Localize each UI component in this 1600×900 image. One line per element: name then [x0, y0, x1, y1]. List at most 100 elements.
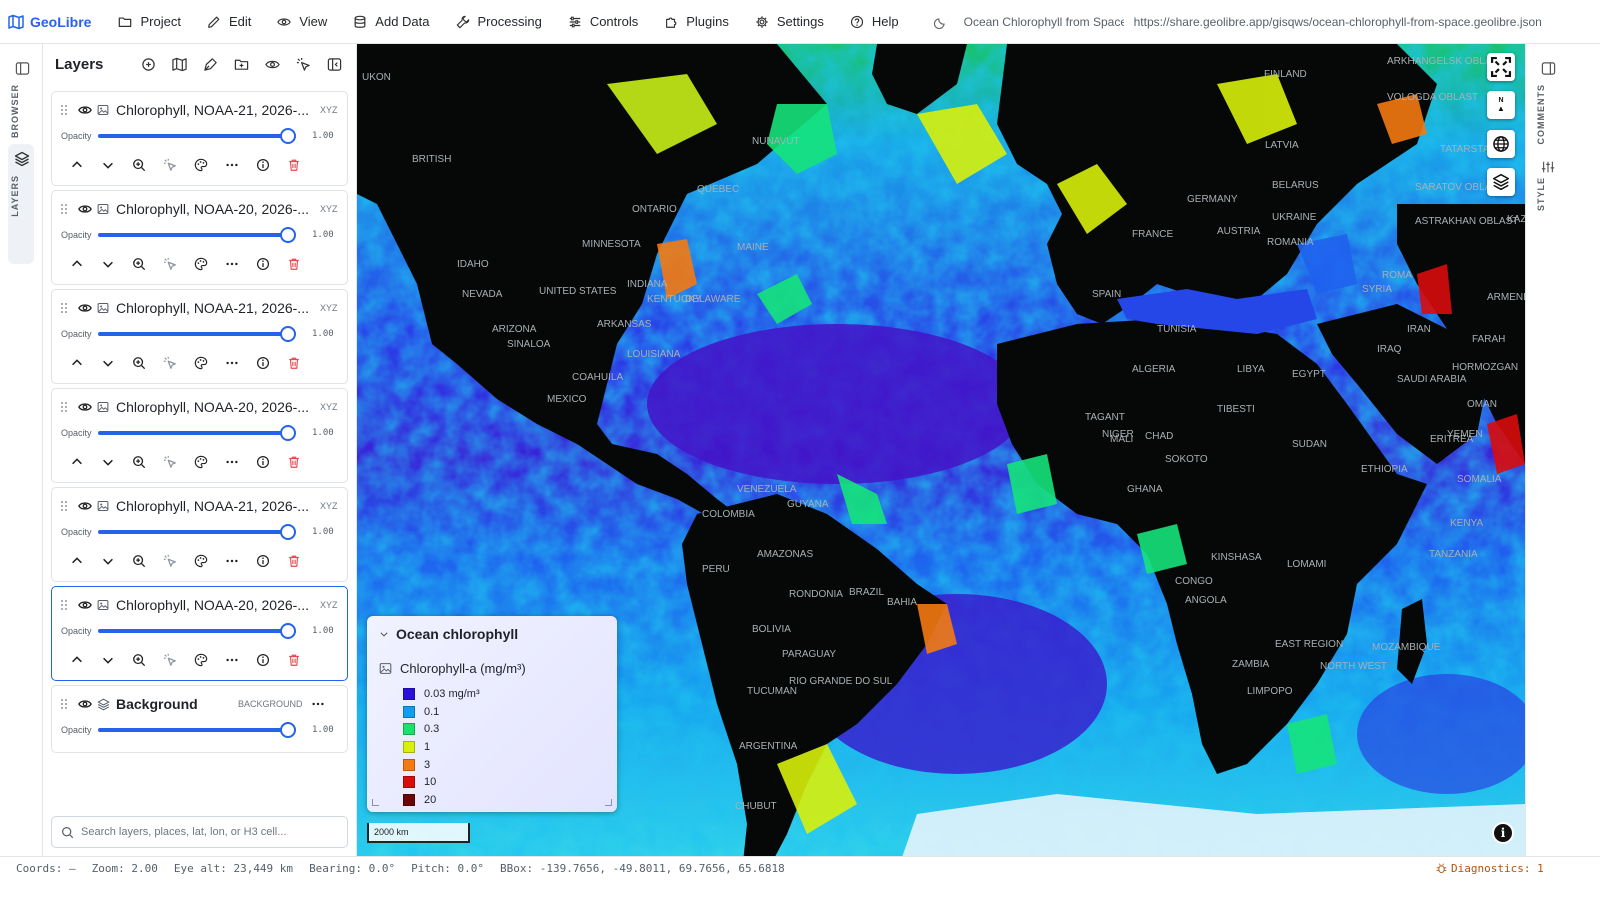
rail-tab-style[interactable]: STYLE	[1536, 177, 1546, 211]
add-service-button[interactable]	[133, 44, 164, 84]
drag-handle-icon[interactable]	[52, 302, 76, 314]
slider-thumb[interactable]	[280, 128, 296, 144]
layer-name[interactable]: Chlorophyll, NOAA-21, 2026-...	[116, 102, 318, 118]
zoom-to-layer-button[interactable]	[123, 354, 154, 372]
visibility-toggle-icon[interactable]	[76, 202, 94, 216]
fullscreen-button[interactable]	[1487, 53, 1515, 81]
add-basemap-button[interactable]	[164, 44, 195, 84]
layer-card[interactable]: Chlorophyll, NOAA-21, 2026-... XYZ Opaci…	[51, 91, 348, 186]
layer-name[interactable]: Chlorophyll, NOAA-20, 2026-...	[116, 399, 318, 415]
more-options-button[interactable]	[216, 354, 247, 372]
layer-info-button[interactable]	[247, 453, 278, 471]
menu-help[interactable]: Help	[837, 0, 912, 44]
toggle-sidebar-button[interactable]	[10, 56, 34, 80]
toggle-visibility-all-button[interactable]	[257, 44, 288, 84]
drag-handle-icon[interactable]	[52, 500, 76, 512]
chevron-down-icon[interactable]	[379, 629, 389, 639]
delete-layer-button[interactable]	[278, 453, 309, 471]
opacity-slider[interactable]	[98, 128, 296, 144]
layer-search-box[interactable]	[51, 816, 348, 848]
layer-name[interactable]: Chlorophyll, NOAA-21, 2026-...	[116, 498, 318, 514]
opacity-slider[interactable]	[98, 425, 296, 441]
globe-projection-button[interactable]	[1487, 130, 1515, 158]
menu-view[interactable]: View	[264, 0, 340, 44]
menu-project[interactable]: Project	[105, 0, 193, 44]
style-layer-button[interactable]	[185, 255, 216, 273]
more-options-button[interactable]	[216, 255, 247, 273]
theme-toggle-button[interactable]	[933, 15, 948, 29]
layer-name[interactable]: Chlorophyll, NOAA-20, 2026-...	[116, 201, 318, 217]
more-options-button[interactable]	[216, 156, 247, 174]
move-up-button[interactable]	[61, 552, 92, 570]
layer-card[interactable]: Chlorophyll, NOAA-21, 2026-... XYZ Opaci…	[51, 289, 348, 384]
drag-handle-icon[interactable]	[52, 104, 76, 116]
layer-name[interactable]: Chlorophyll, NOAA-21, 2026-...	[116, 300, 318, 316]
slider-thumb[interactable]	[280, 326, 296, 342]
move-down-button[interactable]	[92, 651, 123, 669]
zoom-to-layer-button[interactable]	[123, 453, 154, 471]
opacity-slider[interactable]	[98, 227, 296, 243]
zoom-to-layer-button[interactable]	[123, 651, 154, 669]
toggle-right-panel-button[interactable]	[1536, 56, 1560, 80]
layer-card[interactable]: Chlorophyll, NOAA-20, 2026-... XYZ Opaci…	[51, 586, 348, 681]
compass-button[interactable]: N ▲	[1487, 91, 1515, 119]
menu-processing[interactable]: Processing	[443, 0, 555, 44]
menu-add-data[interactable]: Add Data	[340, 0, 442, 44]
move-up-button[interactable]	[61, 156, 92, 174]
delete-layer-button[interactable]	[278, 255, 309, 273]
drag-handle-icon[interactable]	[52, 698, 76, 710]
style-layer-button[interactable]	[185, 354, 216, 372]
layer-card[interactable]: Chlorophyll, NOAA-21, 2026-... XYZ Opaci…	[51, 487, 348, 582]
more-options-button[interactable]	[216, 651, 247, 669]
attribution-info-button[interactable]: i	[1492, 822, 1514, 844]
delete-layer-button[interactable]	[278, 156, 309, 174]
layer-info-button[interactable]	[247, 156, 278, 174]
zoom-to-layer-button[interactable]	[123, 552, 154, 570]
background-layer-card[interactable]: Background BACKGROUND Opacity 1.00	[51, 685, 348, 753]
app-brand[interactable]: GeoLibre	[8, 14, 91, 30]
menu-plugins[interactable]: Plugins	[651, 0, 742, 44]
resize-corner-left[interactable]	[372, 799, 379, 806]
layer-info-button[interactable]	[247, 255, 278, 273]
drag-handle-icon[interactable]	[52, 401, 76, 413]
layer-card[interactable]: Chlorophyll, NOAA-20, 2026-... XYZ Opaci…	[51, 190, 348, 285]
layer-name[interactable]: Chlorophyll, NOAA-20, 2026-...	[116, 597, 318, 613]
rail-tab-layers[interactable]: LAYERS	[10, 175, 20, 217]
delete-layer-button[interactable]	[278, 651, 309, 669]
layer-name[interactable]: Background	[116, 696, 234, 712]
move-down-button[interactable]	[92, 552, 123, 570]
drag-handle-icon[interactable]	[52, 203, 76, 215]
drag-handle-icon[interactable]	[52, 599, 76, 611]
draw-button[interactable]	[195, 44, 226, 84]
opacity-slider[interactable]	[98, 524, 296, 540]
identify-layer-button[interactable]	[154, 354, 185, 372]
visibility-toggle-icon[interactable]	[76, 400, 94, 414]
slider-thumb[interactable]	[280, 227, 296, 243]
move-up-button[interactable]	[61, 453, 92, 471]
identify-layer-button[interactable]	[154, 156, 185, 174]
style-layer-button[interactable]	[185, 651, 216, 669]
basemap-switcher-button[interactable]	[1487, 168, 1515, 196]
rail-tab-comments[interactable]: COMMENTS	[1536, 84, 1546, 145]
delete-layer-button[interactable]	[278, 552, 309, 570]
layer-info-button[interactable]	[247, 552, 278, 570]
visibility-toggle-icon[interactable]	[76, 598, 94, 612]
move-up-button[interactable]	[61, 255, 92, 273]
slider-thumb[interactable]	[280, 524, 296, 540]
identify-layer-button[interactable]	[154, 453, 185, 471]
menu-edit[interactable]: Edit	[194, 0, 264, 44]
style-layer-button[interactable]	[185, 156, 216, 174]
move-up-button[interactable]	[61, 651, 92, 669]
zoom-to-layer-button[interactable]	[123, 156, 154, 174]
slider-thumb[interactable]	[280, 722, 296, 738]
opacity-slider[interactable]	[98, 326, 296, 342]
style-layer-button[interactable]	[185, 453, 216, 471]
collapse-panel-button[interactable]	[319, 44, 350, 84]
identify-layer-button[interactable]	[154, 651, 185, 669]
zoom-to-layer-button[interactable]	[123, 255, 154, 273]
visibility-toggle-icon[interactable]	[76, 301, 94, 315]
more-options-button[interactable]	[307, 695, 329, 713]
share-url[interactable]: https://share.geolibre.app/gisqws/ocean-…	[1134, 15, 1564, 29]
document-title[interactable]: Ocean Chlorophyll from Space	[964, 15, 1124, 29]
slider-thumb[interactable]	[280, 623, 296, 639]
